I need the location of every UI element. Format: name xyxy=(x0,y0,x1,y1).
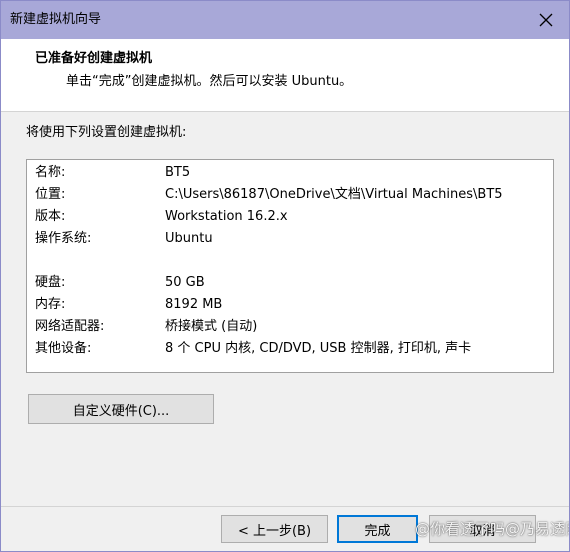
new-vm-wizard-window: 新建虚拟机向导 已准备好创建虚拟机 单击“完成”创建虚拟机。然后可以安装 Ubu… xyxy=(0,0,570,552)
summary-value: 50 GB xyxy=(165,275,205,290)
summary-value: Workstation 16.2.x xyxy=(165,209,288,224)
page-subtitle: 单击“完成”创建虚拟机。然后可以安装 Ubuntu。 xyxy=(66,74,353,89)
summary-key: 版本: xyxy=(35,209,66,224)
customize-hardware-button[interactable]: 自定义硬件(C)... xyxy=(28,394,214,424)
title-bar[interactable]: 新建虚拟机向导 xyxy=(1,1,569,39)
settings-summary-box: 名称: BT5 位置: C:\Users\86187\OneDrive\文档\V… xyxy=(26,159,554,373)
summary-value: 8 个 CPU 内核, CD/DVD, USB 控制器, 打印机, 声卡 xyxy=(165,341,472,356)
summary-label: 将使用下列设置创建虚拟机: xyxy=(26,125,187,140)
summary-key: 位置: xyxy=(35,187,66,202)
summary-key: 硬盘: xyxy=(35,275,66,290)
summary-key: 内存: xyxy=(35,297,66,312)
wizard-header: 已准备好创建虚拟机 单击“完成”创建虚拟机。然后可以安装 Ubuntu。 xyxy=(1,39,569,112)
page-title: 已准备好创建虚拟机 xyxy=(35,51,153,66)
cancel-button[interactable]: 取消 xyxy=(429,515,536,543)
summary-value: Ubuntu xyxy=(165,231,213,246)
summary-value: C:\Users\86187\OneDrive\文档\Virtual Machi… xyxy=(165,187,503,202)
back-button[interactable]: < 上一步(B) xyxy=(221,515,328,543)
summary-key: 网络适配器: xyxy=(35,319,105,334)
close-icon xyxy=(539,13,553,27)
summary-value: BT5 xyxy=(165,165,191,180)
summary-key: 名称: xyxy=(35,165,66,180)
summary-value: 8192 MB xyxy=(165,297,223,312)
summary-value: 桥接模式 (自动) xyxy=(165,319,258,334)
close-button[interactable] xyxy=(523,1,569,39)
summary-key: 其他设备: xyxy=(35,341,92,356)
summary-key: 操作系统: xyxy=(35,231,92,246)
window-title: 新建虚拟机向导 xyxy=(10,12,102,27)
finish-button[interactable]: 完成 xyxy=(337,515,418,543)
footer-divider xyxy=(1,506,569,507)
